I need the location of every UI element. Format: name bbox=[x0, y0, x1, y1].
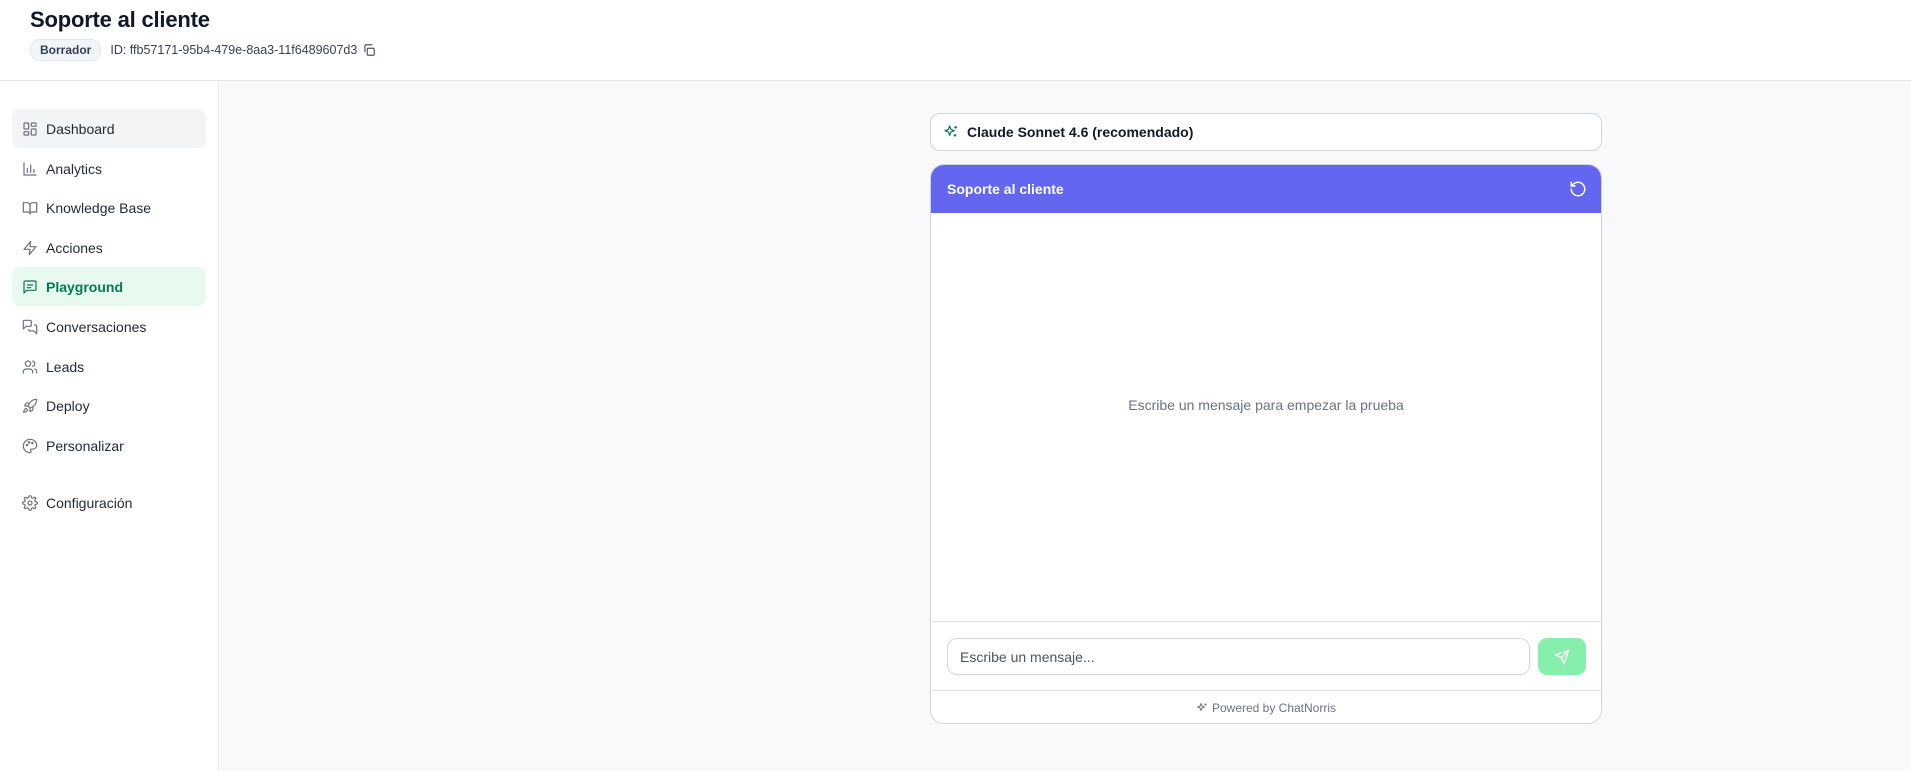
send-icon bbox=[1554, 649, 1570, 664]
sidebar-item-analytics[interactable]: Analytics bbox=[12, 149, 206, 188]
send-button[interactable] bbox=[1538, 638, 1586, 675]
sidebar-item-label: Deploy bbox=[46, 397, 90, 414]
empty-state-message: Escribe un mensaje para empezar la prueb… bbox=[1128, 397, 1404, 413]
sidebar-item-leads[interactable]: Leads bbox=[12, 347, 206, 386]
users-icon bbox=[22, 359, 38, 375]
chat-widget: Soporte al cliente Escribe un mensaje pa… bbox=[930, 164, 1602, 724]
sidebar-item-dashboard[interactable]: Dashboard bbox=[12, 109, 206, 148]
dashboard-icon bbox=[22, 121, 38, 137]
sidebar-item-acciones[interactable]: Acciones bbox=[12, 228, 206, 267]
status-badge: Borrador bbox=[30, 39, 102, 61]
sidebar-item-label: Playground bbox=[46, 278, 124, 295]
powered-by-footer: Powered by ChatNorris bbox=[931, 690, 1601, 723]
sidebar-item-conversaciones[interactable]: Conversaciones bbox=[12, 307, 206, 346]
sidebar-item-configuracion[interactable]: Configuración bbox=[12, 483, 206, 522]
sidebar-item-label: Acciones bbox=[46, 239, 103, 256]
model-select[interactable]: Claude Sonnet 4.6 (recomendado) bbox=[930, 113, 1602, 151]
footer-text: Powered by ChatNorris bbox=[1211, 701, 1337, 715]
sidebar-item-label: Knowledge Base bbox=[46, 199, 152, 216]
sidebar-item-label: Dashboard bbox=[46, 120, 115, 137]
page-header: Soporte al cliente Borrador ID: ffb57171… bbox=[0, 0, 1911, 81]
sidebar-item-label: Conversaciones bbox=[46, 318, 147, 335]
book-icon bbox=[22, 200, 38, 216]
sidebar-item-knowledge-base[interactable]: Knowledge Base bbox=[12, 188, 206, 227]
copy-icon[interactable] bbox=[362, 43, 376, 57]
sparkles-icon bbox=[1196, 702, 1208, 714]
sidebar-item-playground[interactable]: Playground bbox=[12, 267, 206, 306]
sidebar: Dashboard Analytics Knowledge Base Accio… bbox=[0, 81, 219, 771]
rocket-icon bbox=[22, 398, 38, 414]
sidebar-item-personalizar[interactable]: Personalizar bbox=[12, 426, 206, 465]
sidebar-item-label: Leads bbox=[46, 358, 85, 375]
message-square-icon bbox=[22, 279, 38, 295]
sidebar-item-label: Personalizar bbox=[46, 437, 124, 454]
gear-icon bbox=[22, 494, 38, 511]
bar-chart-icon bbox=[22, 161, 38, 177]
page-title: Soporte al cliente bbox=[30, 7, 210, 32]
sidebar-item-label: Configuración bbox=[46, 494, 133, 511]
messages-icon bbox=[22, 319, 38, 335]
chat-title: Soporte al cliente bbox=[947, 181, 1064, 197]
message-input[interactable] bbox=[947, 638, 1530, 675]
model-label: Claude Sonnet 4.6 (recomendado) bbox=[967, 124, 1194, 140]
lightning-icon bbox=[22, 240, 38, 256]
sidebar-item-deploy[interactable]: Deploy bbox=[12, 386, 206, 425]
sparkles-icon bbox=[943, 124, 959, 140]
palette-icon bbox=[22, 438, 38, 454]
reset-chat-button[interactable] bbox=[1569, 180, 1587, 198]
refresh-icon bbox=[1570, 181, 1586, 197]
meta-row: Borrador ID: ffb57171-95b4-479e-8aa3-11f… bbox=[30, 39, 376, 61]
agent-id: ID: ffb57171-95b4-479e-8aa3-11f6489607d3 bbox=[110, 43, 358, 57]
sidebar-item-label: Analytics bbox=[46, 160, 103, 177]
chat-input-bar bbox=[931, 621, 1601, 690]
chat-header: Soporte al cliente bbox=[931, 165, 1601, 213]
